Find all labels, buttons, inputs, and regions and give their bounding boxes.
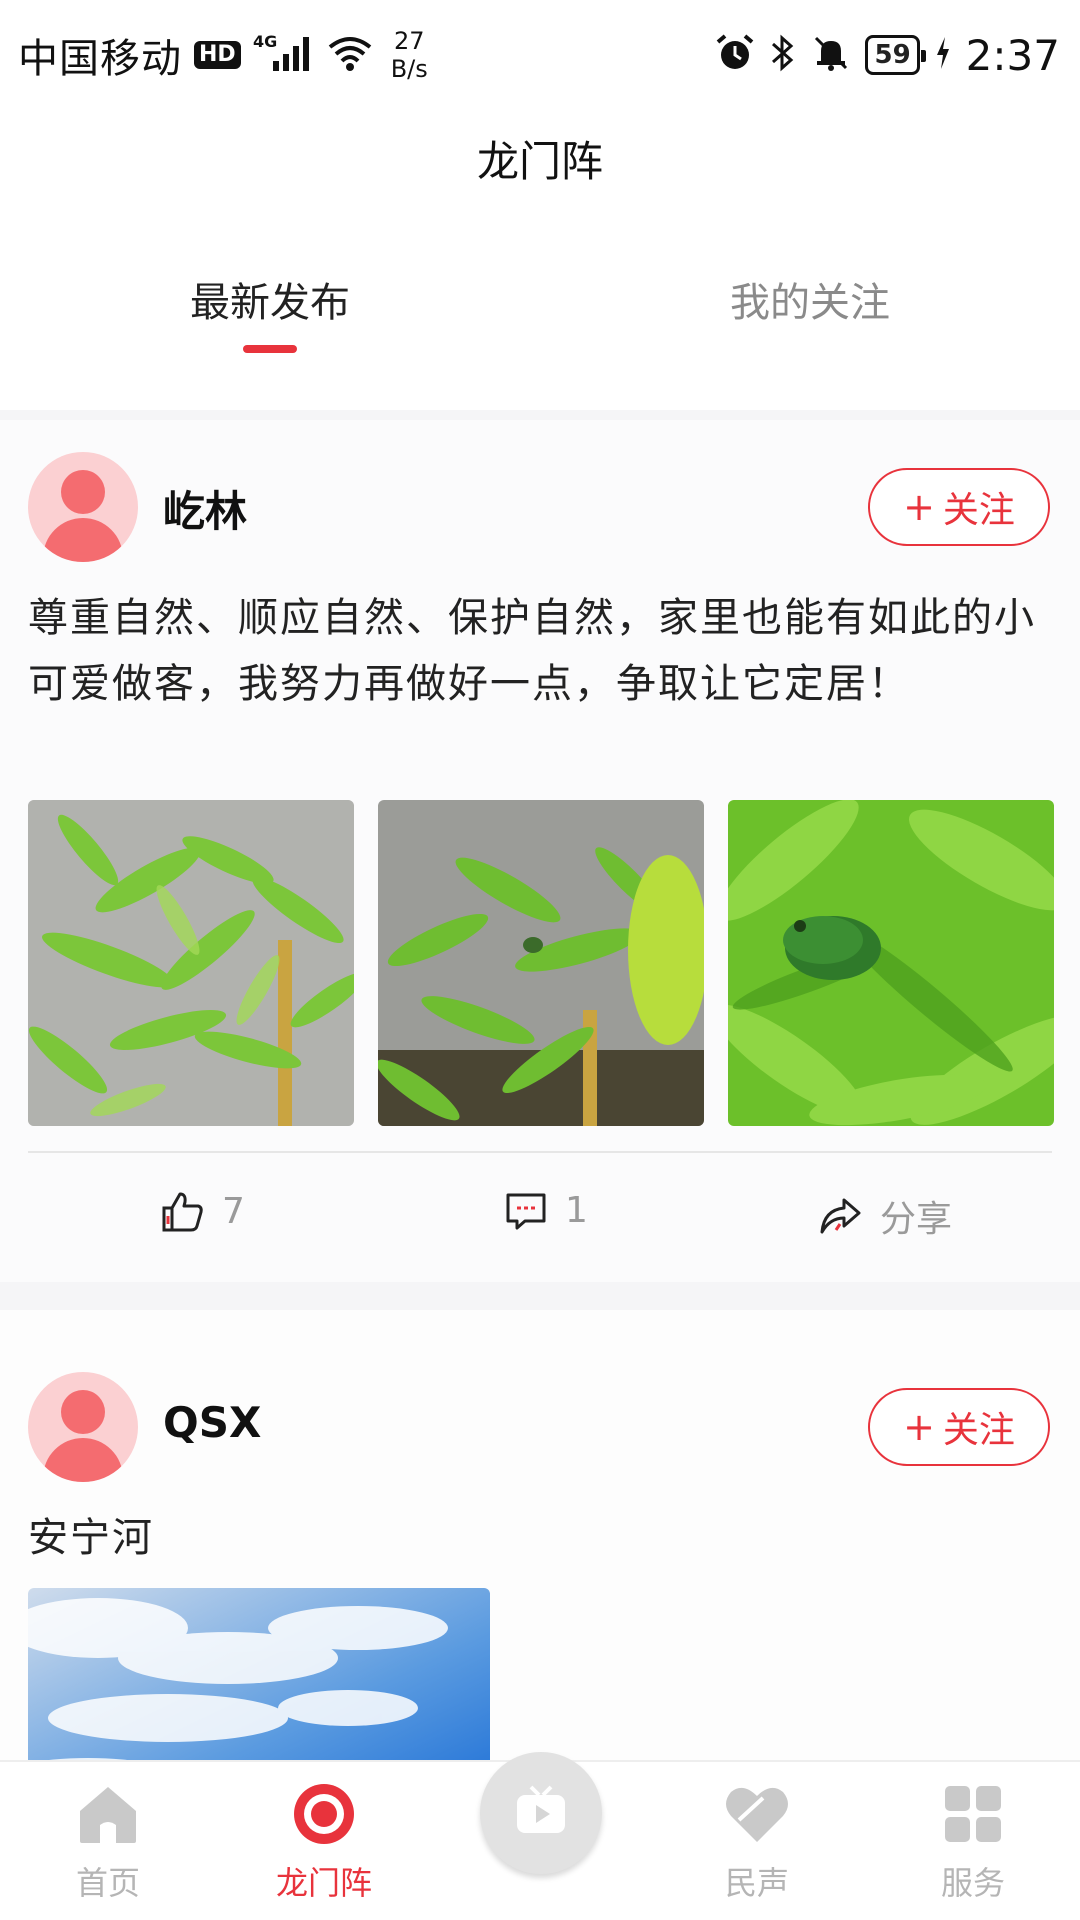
- plus-icon: +: [903, 1405, 935, 1449]
- network-rate-unit: B/s: [390, 55, 428, 83]
- follow-button[interactable]: + 关注: [868, 468, 1050, 546]
- header: 龙门阵 最新发布 我的关注: [0, 110, 1080, 410]
- status-right: 59 2:37: [715, 31, 1060, 80]
- nav-home[interactable]: 首页: [28, 1774, 188, 1904]
- share-icon: [818, 1196, 862, 1236]
- signal-icon: 4G: [253, 32, 315, 77]
- clock: 2:37: [965, 30, 1060, 80]
- divider: [28, 1151, 1052, 1153]
- wifi-icon: [327, 33, 373, 77]
- page-title: 龙门阵: [476, 137, 603, 186]
- bottom-nav: 首页 龙门阵 民声 服务: [0, 1752, 1080, 1920]
- follow-button[interactable]: + 关注: [868, 1388, 1050, 1466]
- status-left: 中国移动 HD 4G 27 B/s: [18, 26, 428, 84]
- grid-icon: [893, 1774, 1053, 1854]
- avatar[interactable]: [28, 452, 138, 562]
- battery-icon: 59: [865, 35, 926, 75]
- like-button[interactable]: 7: [160, 1190, 245, 1232]
- network-rate: 27 B/s: [391, 27, 428, 83]
- screen: 中国移动 HD 4G 27 B/s 59 2:37 龙门阵 最新发布 我的关注 …: [0, 0, 1080, 1920]
- network-type-label: 4G: [253, 33, 277, 51]
- hd-icon: HD: [194, 41, 241, 69]
- avatar[interactable]: [28, 1372, 138, 1482]
- post-photo[interactable]: [28, 800, 354, 1126]
- comment-icon: [505, 1191, 547, 1231]
- active-tab-indicator: [243, 345, 297, 353]
- username[interactable]: QSX: [163, 1398, 261, 1447]
- post-card[interactable]: QSX + 关注 安宁河: [0, 1310, 1080, 1810]
- bluetooth-icon: [769, 33, 797, 77]
- post-text: 尊重自然、顺应自然、保护自然，家里也能有如此的小可爱做客，我努力再做好一点，争取…: [28, 595, 1036, 707]
- nav-longmenzhen[interactable]: 龙门阵: [244, 1774, 404, 1904]
- nav-minsheng[interactable]: 民声: [677, 1774, 837, 1904]
- nav-services[interactable]: 服务: [893, 1774, 1053, 1904]
- share-button[interactable]: 分享: [818, 1190, 952, 1242]
- post-photo[interactable]: [728, 800, 1054, 1126]
- post-text: 安宁河: [28, 1515, 154, 1561]
- comment-button[interactable]: 1: [505, 1190, 588, 1231]
- video-center-button[interactable]: [480, 1752, 602, 1874]
- tv-play-icon: [513, 1785, 569, 1841]
- comment-count: 1: [565, 1190, 588, 1231]
- nav-label: 民声: [724, 1864, 789, 1902]
- nav-label: 龙门阵: [275, 1864, 372, 1902]
- username[interactable]: 屹林: [163, 478, 247, 539]
- heart-icon: [677, 1774, 837, 1854]
- carrier-label: 中国移动: [18, 36, 182, 82]
- target-icon: [244, 1774, 404, 1854]
- charging-icon: [934, 35, 952, 75]
- status-bar: 中国移动 HD 4G 27 B/s 59 2:37: [0, 0, 1080, 110]
- follow-label: 关注: [942, 1410, 1015, 1451]
- share-label: 分享: [880, 1199, 953, 1240]
- like-count: 7: [222, 1190, 245, 1232]
- alarm-icon: [715, 33, 755, 77]
- network-rate-value: 27: [393, 27, 425, 55]
- thumbs-up-icon: [160, 1190, 204, 1232]
- post-card[interactable]: 屹林 + 关注 尊重自然、顺应自然、保护自然，家里也能有如此的小可爱做客，我努力…: [0, 420, 1080, 1282]
- nav-label: 服务: [940, 1864, 1005, 1902]
- tab-latest[interactable]: 最新发布: [0, 270, 540, 328]
- post-photo[interactable]: [378, 800, 704, 1126]
- tab-following[interactable]: 我的关注: [540, 270, 1080, 328]
- follow-label: 关注: [942, 490, 1015, 531]
- nav-label: 首页: [75, 1864, 140, 1902]
- home-icon: [28, 1774, 188, 1854]
- plus-icon: +: [903, 485, 935, 529]
- mute-icon: [811, 33, 851, 77]
